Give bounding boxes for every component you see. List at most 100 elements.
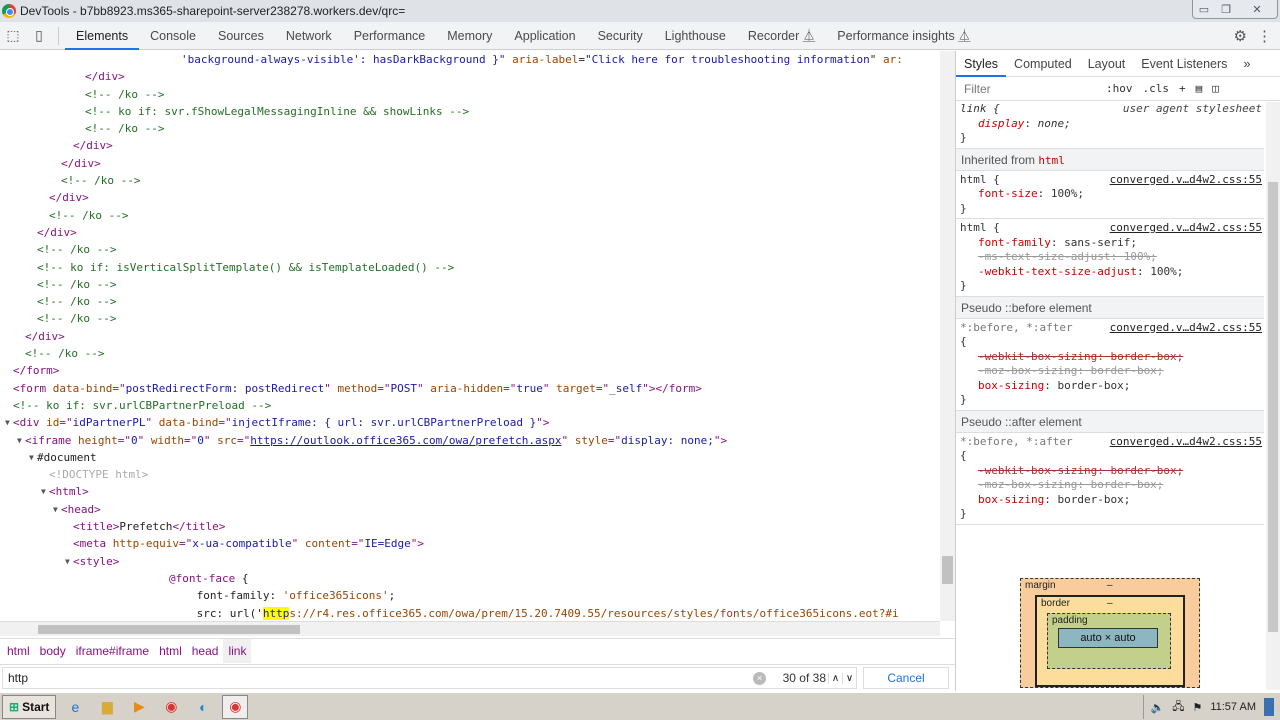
dom-node-line[interactable]: <!-- /ko --> [0, 120, 940, 137]
dom-node-line[interactable]: ▼ <head> [0, 501, 940, 518]
dom-node-line[interactable]: <!-- /ko --> [0, 86, 940, 103]
new-rule-icon[interactable]: + [1179, 82, 1186, 95]
dom-node-line[interactable]: <!-- /ko --> [0, 276, 940, 293]
dom-node-line[interactable]: ▼ #document [0, 449, 940, 466]
dom-node-line[interactable]: </div> [0, 189, 940, 206]
chrome-active-icon[interactable]: ◉ [222, 694, 249, 719]
sidebar-tab-styles[interactable]: Styles [956, 51, 1007, 77]
dom-node-line[interactable]: </div> [0, 137, 940, 154]
dom-node-line[interactable]: <form data-bind="postRedirectForm: postR… [0, 380, 940, 397]
tab-console[interactable]: Console [139, 22, 207, 50]
dom-node-line[interactable]: </form> [0, 362, 940, 379]
toggle-sidebar-icon[interactable]: ◫ [1212, 82, 1219, 95]
start-button[interactable]: ⊞ Start [2, 694, 57, 719]
previous-match-button[interactable]: ∧ [828, 672, 842, 684]
rule-source-link[interactable]: converged.v…d4w2.css:55 [1110, 321, 1262, 336]
clock[interactable]: 11:57 AM [1210, 701, 1256, 713]
breadcrumb-item[interactable]: body [35, 639, 71, 663]
sidebar-tab-layout[interactable]: Layout [1080, 51, 1134, 77]
file-explorer-icon[interactable]: ▆ [94, 695, 120, 719]
styles-scrollbar[interactable] [1266, 102, 1280, 690]
sidebar-tab-event-listeners[interactable]: Event Listeners [1133, 51, 1235, 77]
hover-state-toggle[interactable]: :hov [1106, 82, 1133, 95]
inspect-element-icon[interactable]: ⬚ [0, 23, 26, 49]
dom-node-line[interactable]: </div> [0, 155, 940, 172]
rule-source-link[interactable]: converged.v…d4w2.css:55 [1110, 435, 1262, 450]
dom-node-line[interactable]: src: url('https://r4.res.office365.com/o… [0, 605, 940, 622]
tab-lighthouse[interactable]: Lighthouse [654, 22, 737, 50]
dom-node-line[interactable]: <!-- ko if: svr.fShowLegalMessagingInlin… [0, 103, 940, 120]
elements-tree[interactable]: 'background-always-visible': hasDarkBack… [0, 51, 940, 621]
expand-triangle-icon[interactable]: ▼ [17, 432, 22, 449]
tab-application[interactable]: Application [503, 22, 586, 50]
dom-node-line[interactable]: ▼ <div id="idPartnerPL" data-bind="inject… [0, 414, 940, 431]
tab-security[interactable]: Security [587, 22, 654, 50]
breadcrumb-item[interactable]: iframe#iframe [71, 639, 154, 663]
volume-icon[interactable]: 🔈 [1150, 701, 1164, 714]
dom-node-line[interactable]: 'background-always-visible': hasDarkBack… [0, 51, 940, 68]
close-button[interactable]: ✕ [1237, 0, 1277, 18]
breadcrumb-item[interactable]: head [187, 639, 224, 663]
dom-node-line[interactable]: <!-- /ko --> [0, 293, 940, 310]
more-tabs-button[interactable]: » [1235, 51, 1258, 77]
dom-node-line[interactable]: </div> [0, 224, 940, 241]
breadcrumb-item[interactable]: html [154, 639, 187, 663]
elements-vertical-scrollbar[interactable] [940, 51, 955, 621]
tab-memory[interactable]: Memory [436, 22, 503, 50]
dom-node-line[interactable]: </div> [0, 328, 940, 345]
edge-icon[interactable]: ◐ [190, 695, 216, 719]
dom-node-line[interactable]: <!-- /ko --> [0, 241, 940, 258]
class-toggle[interactable]: .cls [1143, 82, 1170, 95]
dom-node-line[interactable]: <!-- /ko --> [0, 172, 940, 189]
rule-source-link[interactable]: converged.v…d4w2.css:55 [1110, 173, 1262, 188]
dom-node-line[interactable]: <!-- /ko --> [0, 207, 940, 224]
cancel-button[interactable]: Cancel [863, 667, 949, 689]
minimize-button[interactable]: ▭ [1193, 0, 1215, 18]
styles-filter-input[interactable]: Filter [956, 82, 1096, 96]
tab-performance[interactable]: Performance [343, 22, 437, 50]
dom-node-line[interactable]: <!-- ko if: isVerticalSplitTemplate() &&… [0, 259, 940, 276]
inherited-element-link[interactable]: html [1038, 154, 1065, 167]
dom-node-line[interactable]: </div> [0, 68, 940, 85]
clear-search-icon[interactable]: × [753, 671, 766, 685]
expand-triangle-icon[interactable]: ▼ [5, 414, 10, 431]
tab-performance-insights[interactable]: Performance insights ⏅ [826, 22, 981, 50]
dom-node-line[interactable]: <!-- ko if: svr.urlCBPartnerPreload --> [0, 397, 940, 414]
link[interactable]: https://outlook.office365.com/owa/prefet… [250, 434, 561, 447]
settings-gear-icon[interactable]: ⚙ [1234, 27, 1247, 45]
dom-node-line[interactable]: <title>Prefetch</title> [0, 518, 940, 535]
show-desktop-icon[interactable] [1264, 698, 1274, 716]
dom-node-line[interactable]: ▼ <html> [0, 483, 940, 500]
dom-node-line[interactable]: <meta http-equiv="x-ua-compatible" conte… [0, 535, 940, 552]
next-match-button[interactable]: ∨ [842, 672, 856, 684]
paint-icon[interactable]: ▤ [1196, 82, 1203, 95]
expand-triangle-icon[interactable]: ▼ [65, 553, 70, 570]
internet-explorer-icon[interactable]: e [62, 695, 88, 719]
chrome-icon[interactable]: ◉ [158, 695, 184, 719]
elements-horizontal-scrollbar[interactable] [0, 621, 940, 636]
restore-button[interactable]: ❐ [1215, 0, 1237, 18]
media-player-icon[interactable]: ▶ [126, 695, 152, 719]
flag-icon[interactable]: ⚑ [1192, 701, 1202, 714]
search-input[interactable]: http × 30 of 38 ∧ ∨ [2, 667, 857, 689]
device-toolbar-icon[interactable]: ▯ [26, 23, 52, 49]
more-options-icon[interactable]: ⋮ [1257, 27, 1272, 45]
breadcrumb-item[interactable]: link [223, 638, 252, 663]
network-icon[interactable]: 🖧 [1172, 698, 1184, 717]
rule-source-link[interactable]: converged.v…d4w2.css:55 [1110, 221, 1262, 236]
tab-network[interactable]: Network [275, 22, 343, 50]
tab-elements[interactable]: Elements [65, 22, 140, 50]
expand-triangle-icon[interactable]: ▼ [29, 449, 34, 466]
tab-recorder[interactable]: Recorder ⏅ [737, 22, 826, 50]
dom-node-line[interactable]: <!-- /ko --> [0, 345, 940, 362]
expand-triangle-icon[interactable]: ▼ [41, 483, 46, 500]
sidebar-tab-computed[interactable]: Computed [1006, 51, 1080, 77]
dom-node-line[interactable]: ▼ <iframe height="0" width="0" src="https… [0, 432, 940, 449]
tab-sources[interactable]: Sources [207, 22, 275, 50]
dom-node-line[interactable]: font-family: 'office365icons'; [0, 587, 940, 604]
breadcrumb-item[interactable]: html [2, 639, 35, 663]
expand-triangle-icon[interactable]: ▼ [53, 501, 58, 518]
dom-node-line[interactable]: ▼ <style> [0, 553, 940, 570]
dom-node-line[interactable]: <!-- /ko --> [0, 310, 940, 327]
dom-node-line[interactable]: @font-face { [0, 570, 940, 587]
